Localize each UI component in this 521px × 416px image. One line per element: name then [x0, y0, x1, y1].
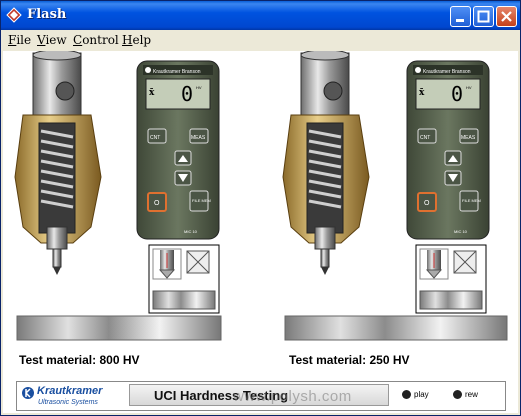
minimize-icon	[456, 19, 464, 22]
device-brand-right: Krautkramer Branson	[423, 69, 471, 75]
on-button-label-left: O	[154, 200, 160, 207]
cnt-button-label-left: CNT	[150, 135, 160, 141]
display-unit-right: HV	[466, 85, 472, 90]
probe-right	[282, 51, 370, 275]
cnt-button-label-right: CNT	[420, 135, 430, 141]
krautkramer-logo-icon	[22, 387, 34, 399]
flash-app-icon	[6, 7, 22, 23]
menu-view[interactable]: View	[37, 33, 67, 47]
model-label-left: MIC 10	[184, 229, 198, 234]
file-button-label-right: FILE MEM	[462, 198, 481, 203]
maximize-icon	[477, 10, 490, 23]
meas-button-label-left: MEAS	[191, 135, 206, 141]
play-icon	[402, 390, 411, 400]
brand-logo-subtitle: Ultrasonic Systems	[38, 399, 98, 406]
meas-button-label-right: MEAS	[461, 135, 476, 141]
test-plate-left	[16, 315, 222, 341]
hardness-tester-left: Krautkramer Branson x̄ 0 HV CNT MEAS O F…	[136, 60, 220, 240]
mean-symbol-right: x̄	[419, 88, 425, 98]
window-title: Flash	[27, 7, 67, 22]
probe-left	[14, 51, 102, 275]
file-button-label-left: FILE MEM	[192, 198, 211, 203]
minimize-button[interactable]	[450, 6, 471, 27]
display-value-left: 0	[181, 82, 193, 106]
rewind-button[interactable]: rew	[453, 390, 478, 400]
brand-logo-text: Krautkramer	[37, 385, 103, 397]
indentation-diagram-right	[415, 244, 487, 314]
menu-bar: File View Control Help	[1, 30, 520, 50]
hardness-tester-right: Krautkramer Branson x̄ 0 HV CNT MEAS O F…	[406, 60, 490, 240]
menu-file[interactable]: File	[8, 33, 31, 47]
play-button[interactable]: play	[402, 390, 429, 400]
rewind-icon	[453, 390, 462, 400]
material-label-right: Test material: 250 HV	[289, 353, 410, 367]
app-window: Flash File View Control Help Krautkramer…	[0, 0, 521, 416]
display-unit-left: HV	[196, 85, 202, 90]
close-button[interactable]	[496, 6, 517, 27]
on-button-label-right: O	[424, 200, 430, 207]
menu-control[interactable]: Control	[73, 33, 119, 47]
material-label-left: Test material: 800 HV	[19, 353, 140, 367]
close-icon	[501, 11, 512, 22]
model-label-right: MIC 10	[454, 229, 468, 234]
device-brand-left: Krautkramer Branson	[153, 69, 201, 75]
display-value-right: 0	[451, 82, 463, 106]
test-plate-right	[284, 315, 508, 341]
title-bar[interactable]: Flash	[1, 1, 520, 30]
maximize-button[interactable]	[473, 6, 494, 27]
menu-help[interactable]: Help	[122, 33, 151, 47]
watermark: www.polysh.com	[233, 388, 352, 405]
indentation-diagram-left	[148, 244, 220, 314]
mean-symbol-left: x̄	[149, 88, 155, 98]
flash-stage: Krautkramer Branson x̄ 0 HV CNT MEAS O F…	[3, 51, 518, 413]
